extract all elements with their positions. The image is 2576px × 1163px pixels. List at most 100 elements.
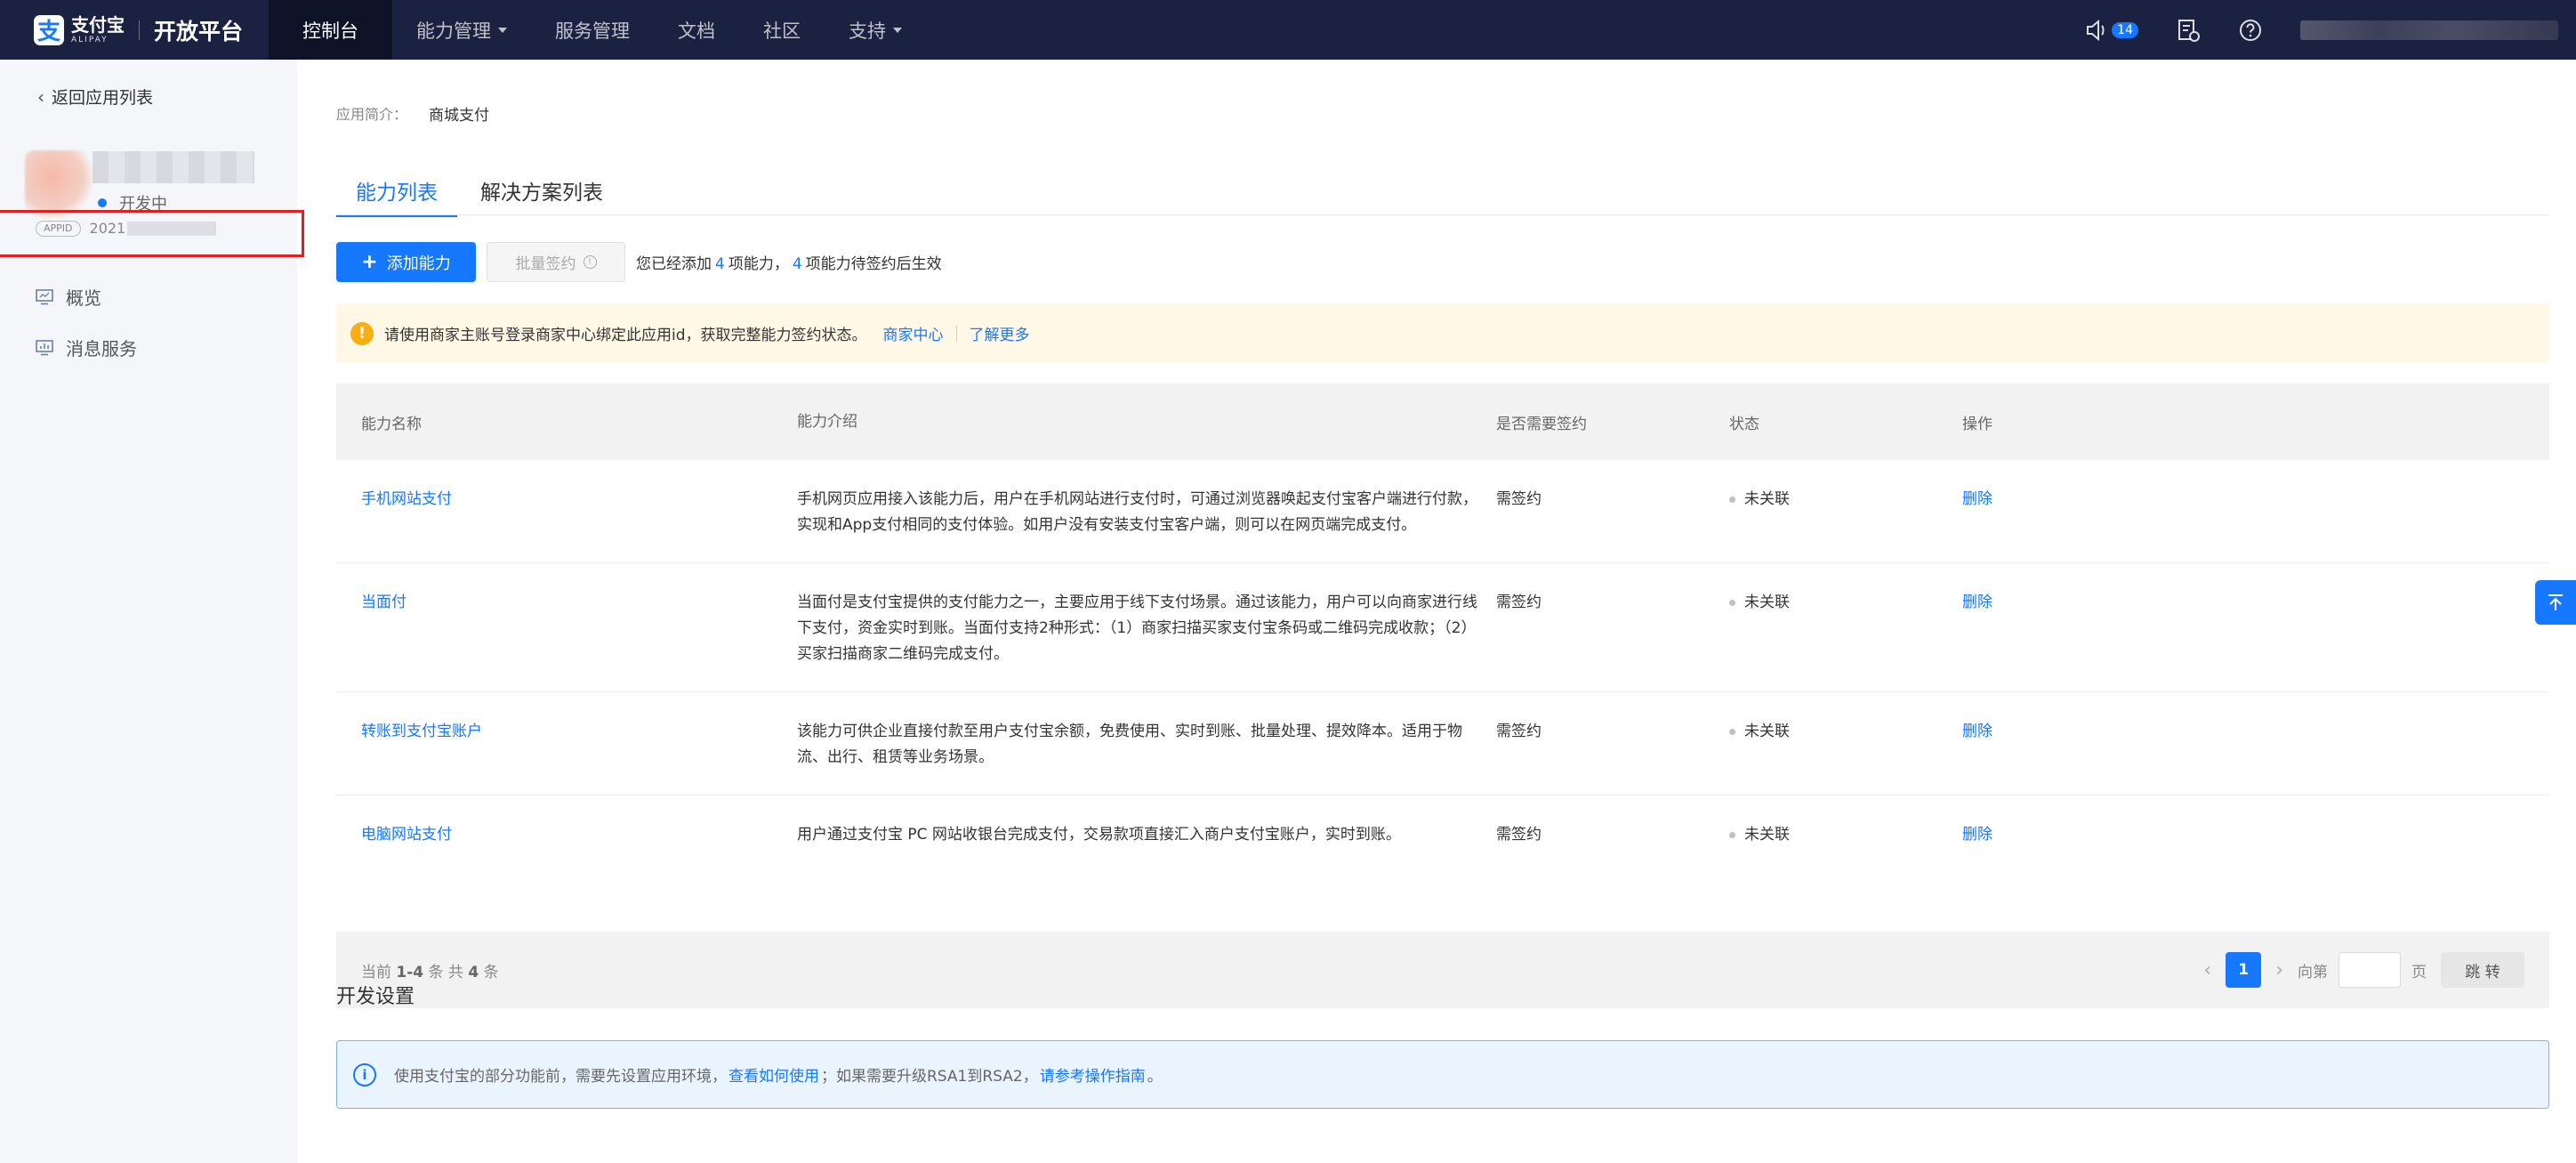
info-icon: i	[353, 1062, 376, 1086]
capability-summary: 您已经添加 4 项能力， 4 项能力待签约后生效	[636, 255, 942, 273]
plus-icon: +	[361, 251, 378, 273]
nav-support[interactable]: 支持	[825, 0, 926, 60]
link-divider	[955, 325, 957, 342]
status-cell: 未关联	[1729, 719, 1962, 745]
jump-button[interactable]: 跳 转	[2441, 952, 2524, 988]
learn-more-link[interactable]: 了解更多	[970, 322, 1030, 344]
alipay-logo[interactable]: 支 支付宝 ALIPAY 开放平台	[0, 0, 269, 60]
col-header-name: 能力名称	[361, 415, 422, 433]
app-name-redacted	[93, 151, 254, 183]
sign-required: 需签约	[1496, 723, 1542, 740]
jump-page-input[interactable]	[2339, 952, 2401, 988]
delete-link[interactable]: 删除	[1962, 723, 1992, 740]
add-capability-button[interactable]: + 添加能力	[336, 242, 476, 282]
status-dot-icon	[1729, 728, 1735, 735]
logo-en-text: ALIPAY	[71, 35, 109, 44]
arrow-up-icon	[2548, 594, 2563, 610]
capability-description: 当面付是支付宝提供的支付能力之一，主要应用于线下支付场景。通过该能力，用户可以向…	[797, 594, 1477, 663]
app-avatar	[25, 150, 93, 218]
help-button[interactable]	[2238, 18, 2263, 43]
pagination-bar: 当前 1-4 条 共 4 条 ‹ 1 › 向第 页 跳 转	[336, 932, 2549, 1008]
back-to-app-list-link[interactable]: ‹ 返回应用列表	[37, 85, 153, 109]
jump-suffix: 页	[2411, 963, 2427, 981]
document-clock-icon	[2178, 19, 2200, 42]
main-nav: 控制台 能力管理 服务管理 文档 社区 支持	[269, 0, 926, 60]
tab-capability-list[interactable]: 能力列表	[336, 175, 457, 217]
top-navbar: 支 支付宝 ALIPAY 开放平台 控制台 能力管理 服务管理 文档 社区 支持…	[0, 0, 2576, 60]
tab-solution-list[interactable]: 解决方案列表	[480, 175, 603, 217]
sign-required: 需签约	[1496, 594, 1542, 611]
tasks-button[interactable]	[2176, 18, 2201, 43]
chevron-left-icon: ‹	[37, 85, 44, 108]
back-to-top-button[interactable]	[2535, 580, 2576, 625]
user-account-menu[interactable]	[2300, 20, 2558, 40]
table-header: 能力名称 能力介绍 是否需要签约 状态 操作	[336, 384, 2549, 460]
status-cell: 未关联	[1729, 487, 1962, 513]
logo-cn-text: 支付宝	[71, 13, 125, 36]
platform-title: 开放平台	[154, 18, 244, 44]
status-cell: 未关联	[1729, 590, 1962, 616]
status-dot-icon	[98, 198, 107, 207]
notification-button[interactable]: 14	[2085, 19, 2138, 42]
capability-description: 用户通过支付宝 PC 网站收银台完成支付，交易款项直接汇入商户支付宝账户，实时到…	[797, 826, 1401, 844]
alipay-logo-icon: 支	[34, 14, 64, 45]
dev-settings-info-banner: i 使用支付宝的部分功能前，需要先设置应用环境， 查看如何使用 ；如果需要升级R…	[336, 1040, 2549, 1109]
message-chart-icon	[36, 339, 53, 355]
table-row: 电脑网站支付 用户通过支付宝 PC 网站收银台完成支付，交易款项直接汇入商户支付…	[336, 796, 2549, 873]
warning-icon: !	[350, 321, 374, 345]
help-icon	[2240, 19, 2261, 41]
warning-text: 请使用商家主账号登录商家中心绑定此应用id，获取完整能力签约状态。	[384, 327, 867, 344]
merchant-center-link[interactable]: 商家中心	[883, 322, 944, 344]
col-header-action: 操作	[1962, 415, 1992, 433]
pagination-total: 当前 1-4 条 共 4 条	[361, 963, 499, 981]
capability-name-link[interactable]: 转账到支付宝账户	[361, 723, 482, 740]
app-intro-value: 商城支付	[429, 107, 489, 125]
how-to-use-link[interactable]: 查看如何使用	[729, 1063, 819, 1086]
sidebar-item-message-service[interactable]: 消息服务	[36, 335, 137, 360]
capability-name-link[interactable]: 当面付	[361, 594, 407, 611]
notification-badge: 14	[2112, 21, 2138, 38]
sign-required: 需签约	[1496, 490, 1542, 508]
caret-down-icon	[498, 27, 507, 33]
col-header-description: 能力介绍	[797, 412, 857, 431]
appid-value[interactable]: 2021	[90, 220, 126, 237]
capability-description: 手机网页应用接入该能力后，用户在手机网站进行支付时，可通过浏览器唤起支付宝客户端…	[797, 490, 1477, 534]
col-header-sign-required: 是否需要签约	[1496, 415, 1587, 433]
delete-link[interactable]: 删除	[1962, 490, 1992, 508]
operation-guide-link[interactable]: 请参考操作指南	[1040, 1063, 1146, 1086]
sidebar: ‹ 返回应用列表 开发中 APPID 2021 概览 消息服务	[0, 60, 304, 1163]
capability-name-link[interactable]: 手机网站支付	[361, 490, 452, 508]
appid-tag: APPID	[36, 220, 81, 237]
tabs-divider	[336, 214, 2549, 215]
table-row: 手机网站支付 手机网页应用接入该能力后，用户在手机网站进行支付时，可通过浏览器唤…	[336, 460, 2549, 563]
status-cell: 未关联	[1729, 822, 1962, 848]
delete-link[interactable]: 删除	[1962, 594, 1992, 611]
sign-required: 需签约	[1496, 826, 1542, 844]
monitor-icon	[36, 288, 53, 304]
prev-page-button[interactable]: ‹	[2203, 959, 2211, 981]
jump-prefix: 向第	[2298, 963, 2328, 981]
dev-settings-title: 开发设置	[336, 986, 415, 1008]
caret-down-icon	[893, 27, 902, 33]
merchant-warning-banner: ! 请使用商家主账号登录商家中心绑定此应用id，获取完整能力签约状态。 商家中心…	[336, 303, 2549, 363]
capability-description: 该能力可供企业直接付款至用户支付宝余额，免费使用、实时到账、批量处理、提效降本。…	[797, 723, 1462, 766]
table-row: 当面付 当面付是支付宝提供的支付能力之一，主要应用于线下支付场景。通过该能力，用…	[336, 563, 2549, 692]
batch-sign-button[interactable]: 批量签约 !	[487, 242, 625, 282]
speaker-icon	[2087, 19, 2105, 41]
status-dot-icon	[1729, 496, 1735, 503]
capability-table: 能力名称 能力介绍 是否需要签约 状态 操作 手机网站支付 手机网页应用接入该能…	[336, 384, 2549, 873]
nav-docs[interactable]: 文档	[654, 0, 739, 60]
next-page-button[interactable]: ›	[2275, 959, 2283, 981]
status-dot-icon	[1729, 599, 1735, 606]
delete-link[interactable]: 删除	[1962, 826, 1992, 844]
nav-capability-management[interactable]: 能力管理	[392, 0, 531, 60]
nav-console[interactable]: 控制台	[269, 0, 392, 60]
nav-community[interactable]: 社区	[739, 0, 825, 60]
nav-service-management[interactable]: 服务管理	[531, 0, 654, 60]
table-row: 转账到支付宝账户 该能力可供企业直接付款至用户支付宝余额，免费使用、实时到账、批…	[336, 692, 2549, 796]
page-number-button[interactable]: 1	[2226, 952, 2262, 988]
app-intro-label: 应用简介：	[336, 106, 408, 123]
sidebar-item-overview[interactable]: 概览	[36, 284, 101, 310]
appid-redacted	[127, 221, 217, 236]
capability-name-link[interactable]: 电脑网站支付	[361, 826, 452, 844]
